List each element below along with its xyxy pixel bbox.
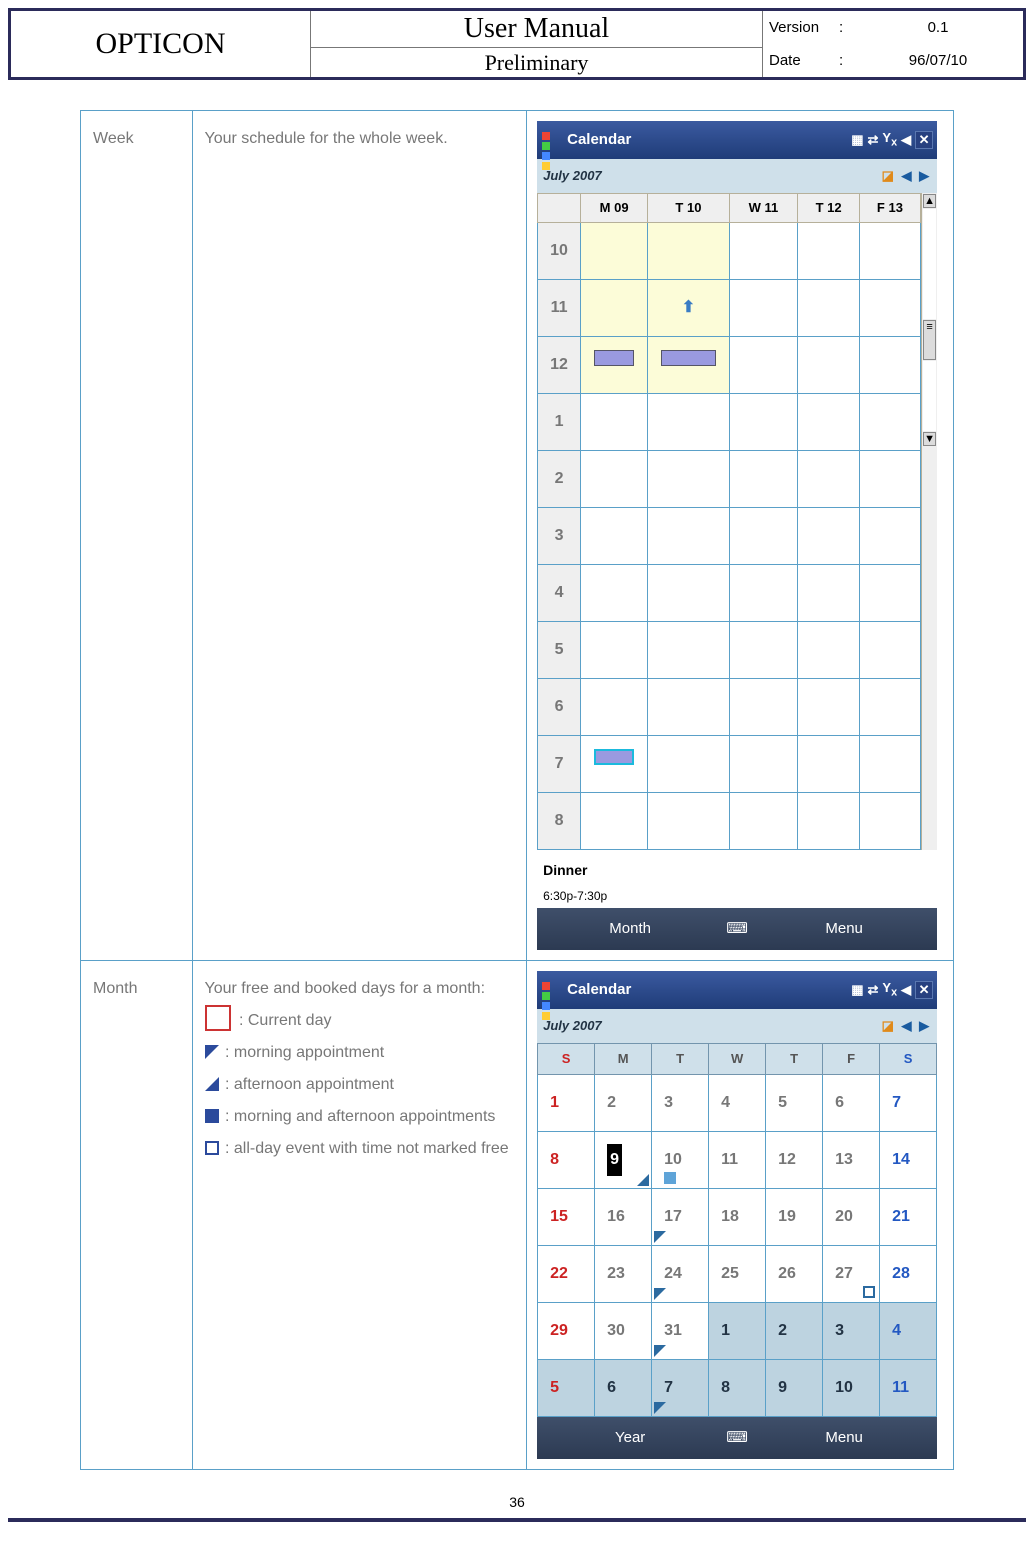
date-value: 96/07/10 (859, 52, 1017, 69)
app-title: Calendar (567, 975, 631, 1005)
current-day-icon (205, 1005, 231, 1031)
notification-icon[interactable]: ▦ (851, 977, 863, 1003)
date-label: Date (769, 52, 839, 69)
next-icon[interactable]: ▶ (919, 1018, 931, 1033)
selected-appointment-block[interactable] (594, 749, 634, 765)
page-header: OPTICON User Manual Preliminary Version … (8, 8, 1026, 80)
allday-icon (205, 1141, 219, 1155)
table-row: Week Your schedule for the whole week. C… (81, 111, 954, 961)
view-desc-week: Your schedule for the whole week. (192, 111, 527, 961)
signal-icon: Yx (882, 975, 897, 1004)
page-number: 36 (0, 1494, 1034, 1510)
prev-icon[interactable]: ◀ (902, 168, 914, 183)
next-icon[interactable]: ▶ (919, 168, 931, 183)
signal-icon: Yx (882, 125, 897, 154)
day-header[interactable]: T 12 (798, 194, 859, 223)
version-label: Version (769, 19, 839, 36)
doc-subtitle: Preliminary (311, 48, 762, 78)
close-icon[interactable]: ✕ (915, 131, 933, 149)
scrollbar[interactable]: ▲ ≡ ▼ (921, 193, 937, 850)
right-softkey[interactable]: Menu (757, 1423, 931, 1453)
keyboard-icon[interactable]: ⌨ (717, 1423, 757, 1453)
start-icon[interactable] (541, 131, 559, 149)
doc-title: User Manual (311, 11, 762, 48)
week-grid[interactable]: M 09 T 10 W 11 T 12 F 13 10 11⬆ 12 1 2 (537, 193, 937, 850)
appointment-block[interactable] (594, 350, 634, 366)
scroll-thumb[interactable]: ≡ (923, 320, 936, 360)
volume-icon[interactable]: ◀ (901, 977, 911, 1003)
titlebar: Calendar ▦ ⇄ Yx ◀ ✕ (537, 121, 937, 159)
month-grid[interactable]: S M T W T F S 1 2 3 4 (537, 1043, 937, 1417)
day-header[interactable]: F 13 (859, 194, 920, 223)
view-name-month: Month (81, 961, 193, 1470)
left-softkey[interactable]: Month (543, 914, 717, 944)
app-title: Calendar (567, 125, 631, 155)
close-icon[interactable]: ✕ (915, 981, 933, 999)
scroll-up-icon[interactable]: ▲ (923, 194, 936, 208)
volume-icon[interactable]: ◀ (901, 127, 911, 153)
view-name-week: Week (81, 111, 193, 961)
screenshot-week: Calendar ▦ ⇄ Yx ◀ ✕ July 2007 ◪ ◀ ▶ (527, 111, 954, 961)
scroll-down-icon[interactable]: ▼ (923, 432, 936, 446)
afternoon-icon (205, 1077, 219, 1091)
views-table: Week Your schedule for the whole week. C… (80, 110, 954, 1470)
brand: OPTICON (11, 11, 311, 77)
appointment-block[interactable] (661, 350, 715, 366)
table-row: Month Your free and booked days for a mo… (81, 961, 954, 1470)
layer-icon[interactable]: ◪ (882, 168, 896, 183)
day-header[interactable]: M 09 (580, 194, 647, 223)
morning-icon (205, 1045, 219, 1059)
month-label: July 2007 (543, 1013, 602, 1039)
day-header[interactable]: T 10 (648, 194, 729, 223)
right-softkey[interactable]: Menu (757, 914, 931, 944)
version-value: 0.1 (859, 19, 1017, 36)
layer-icon[interactable]: ◪ (882, 1018, 896, 1033)
sync-icon[interactable]: ⇄ (868, 977, 879, 1003)
view-desc-month: Your free and booked days for a month: :… (192, 961, 527, 1470)
footer-divider (8, 1518, 1026, 1522)
sync-icon[interactable]: ⇄ (868, 127, 879, 153)
titlebar: Calendar ▦ ⇄ Yx ◀ ✕ (537, 971, 937, 1009)
prev-icon[interactable]: ◀ (902, 1018, 914, 1033)
day-header[interactable]: W 11 (729, 194, 798, 223)
appointment-time: 6:30p-7:30p (543, 884, 931, 908)
appointment-title: Dinner (543, 856, 931, 884)
screenshot-month: Calendar ▦ ⇄ Yx ◀ ✕ July 2007 ◪ ◀ ▶ (527, 961, 954, 1470)
up-arrow-icon: ⬆ (682, 299, 695, 316)
notification-icon[interactable]: ▦ (851, 127, 863, 153)
month-label: July 2007 (543, 163, 602, 189)
left-softkey[interactable]: Year (543, 1423, 717, 1453)
start-icon[interactable] (541, 981, 559, 999)
keyboard-icon[interactable]: ⌨ (717, 914, 757, 944)
both-icon (205, 1109, 219, 1123)
today-cell[interactable]: 9 (595, 1132, 652, 1189)
